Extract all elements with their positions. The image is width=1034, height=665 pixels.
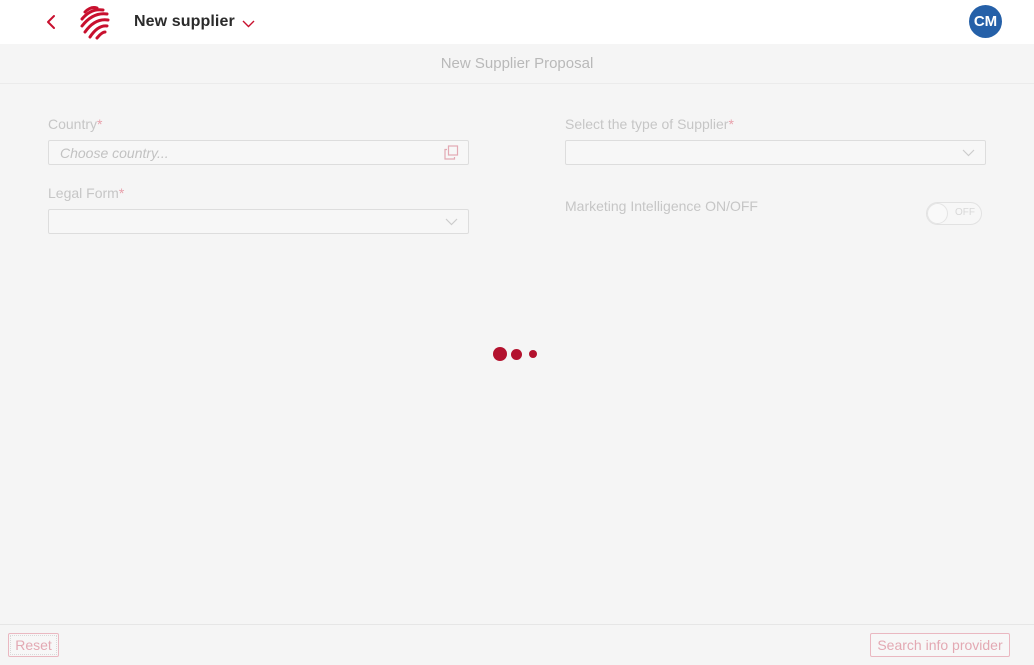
- back-button[interactable]: [40, 10, 62, 34]
- required-mark: *: [118, 185, 125, 201]
- open-lookup-icon[interactable]: [444, 145, 459, 160]
- toggle-state-label: OFF: [955, 207, 975, 218]
- supplier-type-label: Select the type of Supplier*: [565, 116, 734, 132]
- required-mark: *: [97, 116, 103, 132]
- company-logo: [79, 4, 113, 40]
- legal-form-select[interactable]: [48, 209, 469, 234]
- search-info-provider-button[interactable]: Search info provider: [870, 633, 1010, 657]
- chevron-left-icon: [47, 15, 55, 29]
- reset-button[interactable]: Reset: [8, 633, 59, 657]
- loader-dot: [529, 350, 537, 358]
- supplier-type-label-text: Select the type of Supplier: [565, 116, 729, 132]
- required-mark: *: [728, 116, 734, 132]
- country-label: Country*: [48, 116, 102, 132]
- chevron-down-icon: [445, 218, 458, 226]
- user-avatar[interactable]: CM: [969, 5, 1002, 38]
- marketing-intelligence-toggle[interactable]: OFF: [926, 202, 982, 225]
- form-header: New Supplier Proposal: [0, 44, 1034, 84]
- legal-form-label: Legal Form*: [48, 185, 124, 201]
- chevron-down-icon: [962, 149, 975, 157]
- marketing-intelligence-label: Marketing Intelligence ON/OFF: [565, 198, 758, 214]
- country-input[interactable]: Choose country...: [48, 140, 469, 165]
- loader-dot: [493, 347, 507, 361]
- country-placeholder: Choose country...: [60, 145, 169, 161]
- footer-bar: Reset Search info provider: [0, 624, 1034, 665]
- top-bar: New supplier CM: [0, 0, 1034, 44]
- legal-form-label-text: Legal Form: [48, 185, 119, 201]
- country-label-text: Country: [48, 116, 98, 132]
- loader-dot: [511, 349, 522, 360]
- chevron-down-icon: [242, 20, 255, 27]
- form-title: New Supplier Proposal: [440, 55, 594, 72]
- page-title-dropdown[interactable]: New supplier: [134, 10, 255, 34]
- toggle-knob: [927, 203, 948, 224]
- page-title: New supplier: [134, 13, 235, 30]
- supplier-type-select[interactable]: [565, 140, 986, 165]
- loading-spinner: [492, 345, 542, 363]
